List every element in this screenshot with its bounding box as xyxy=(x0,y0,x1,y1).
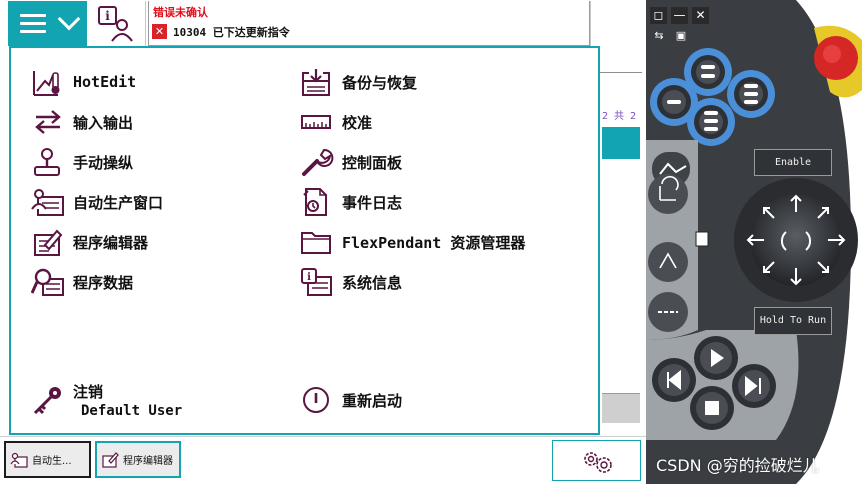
joystick-lock-icon xyxy=(695,231,709,247)
menu-item-program-editor[interactable]: 程序编辑器 xyxy=(31,227,148,257)
key-icon xyxy=(33,387,61,415)
power-icon xyxy=(303,387,329,413)
menu-item-label: 程序数据 xyxy=(73,273,134,292)
menu-item-jogging[interactable]: 手动操纵 xyxy=(31,147,133,177)
background-footer-strip xyxy=(602,393,640,423)
menu-item-log-off[interactable]: 注销 Default User xyxy=(31,378,182,422)
restore-window-button[interactable]: ◻ xyxy=(650,7,667,24)
joystick-icon xyxy=(34,148,60,176)
abb-menu-button[interactable] xyxy=(8,1,87,46)
pendant-toggle-motion-mode[interactable] xyxy=(648,174,688,214)
log-off-labels: 注销 Default User xyxy=(73,381,182,419)
operator-info-icon: i xyxy=(98,6,133,42)
pendant-custom-key-1[interactable] xyxy=(696,60,720,84)
menu-item-backup-restore[interactable]: 备份与恢复 xyxy=(300,67,417,97)
folder-icon xyxy=(301,232,331,254)
taskbar-item-production-window[interactable]: 自动生... xyxy=(4,441,91,478)
event-status-bar[interactable]: 错误未确认 ✕ 10304 已下达更新指令 xyxy=(148,1,590,46)
hamburger-icon xyxy=(20,14,46,33)
menu-item-control-panel[interactable]: 控制面板 xyxy=(300,147,402,177)
svg-text:i: i xyxy=(307,272,311,283)
taskbar-item-label: 程序编辑器 xyxy=(123,456,173,467)
flexpendant-screen: i 错误未确认 ✕ 10304 已下达更新指令 2 共 2 HotEdit 输入… xyxy=(0,0,646,484)
backup-restore-icon xyxy=(302,69,330,96)
program-data-icon xyxy=(31,268,64,296)
production-window-icon xyxy=(31,189,64,216)
menu-item-label: 系统信息 xyxy=(342,273,403,292)
menu-item-system-info[interactable]: i 系统信息 xyxy=(300,267,402,297)
event-log-icon xyxy=(303,188,327,216)
swap-hand-button[interactable]: ⇆ xyxy=(651,29,667,43)
hold-to-run-button[interactable]: Hold To Run xyxy=(754,307,832,335)
system-info-icon: i xyxy=(301,268,332,296)
hotedit-icon xyxy=(33,71,60,96)
menu-item-label: 手动操纵 xyxy=(73,153,134,172)
menu-item-label: HotEdit xyxy=(73,73,137,91)
pendant-toggle-increment[interactable] xyxy=(648,242,688,282)
menu-item-label: FlexPendant 资源管理器 xyxy=(342,233,526,252)
current-user-label: Default User xyxy=(81,403,183,419)
event-status-button[interactable]: i xyxy=(88,1,146,46)
minimize-window-button[interactable]: — xyxy=(671,7,688,24)
menu-item-calibration[interactable]: 校准 xyxy=(300,107,372,137)
pendant-window-controls: ◻ — ✕ xyxy=(650,7,709,24)
menu-item-label: 程序编辑器 xyxy=(73,233,149,252)
gears-icon xyxy=(584,452,612,473)
menu-item-program-data[interactable]: 程序数据 xyxy=(31,267,133,297)
chevron-down-icon xyxy=(57,7,81,31)
log-off-label: 注销 xyxy=(73,383,104,401)
pendant-body xyxy=(646,0,862,484)
menu-item-restart[interactable]: 重新启动 xyxy=(300,385,402,415)
menu-item-label: 自动生产窗口 xyxy=(73,193,164,212)
program-editor-icon xyxy=(102,451,119,468)
menu-item-label: 事件日志 xyxy=(342,193,403,212)
menu-item-label: 重新启动 xyxy=(342,391,403,410)
menu-item-flexpendant-explorer[interactable]: FlexPendant 资源管理器 xyxy=(300,227,525,257)
virtual-teach-pendant: ◻ — ✕ ⇆ ▣ Enable Hold To Run xyxy=(646,0,864,484)
close-window-button[interactable]: ✕ xyxy=(692,7,709,24)
menu-item-io[interactable]: 输入输出 xyxy=(31,107,133,137)
error-icon: ✕ xyxy=(152,24,167,39)
background-tab-strip xyxy=(602,127,640,159)
menu-item-label: 控制面板 xyxy=(342,153,403,172)
taskbar-item-label: 自动生... xyxy=(32,456,72,467)
taskbar-item-program-editor[interactable]: 程序编辑器 xyxy=(95,441,181,478)
background-page-indicator: 2 共 2 xyxy=(602,111,637,122)
svg-text:i: i xyxy=(105,9,110,23)
enable-device-button[interactable]: Enable xyxy=(754,149,832,176)
menu-item-label: 校准 xyxy=(342,113,373,132)
menu-item-label: 输入输出 xyxy=(73,113,134,132)
event-status-message: 10304 已下达更新指令 xyxy=(173,26,290,39)
production-window-icon xyxy=(10,452,28,468)
program-editor-icon xyxy=(34,229,63,256)
quickset-button[interactable] xyxy=(552,440,641,481)
menu-item-production-window[interactable]: 自动生产窗口 xyxy=(31,187,163,217)
io-arrows-icon xyxy=(35,110,61,134)
event-status-title: 错误未确认 xyxy=(153,6,208,19)
abb-main-menu: HotEdit 输入输出 手动操纵 自动生产窗口 程序编辑器 程序数据 备份与恢… xyxy=(9,46,600,435)
wrench-icon xyxy=(302,148,334,176)
pendant-toolbar: ⇆ ▣ xyxy=(651,29,689,43)
calibration-icon xyxy=(301,115,331,129)
watermark-text: CSDN @穷的捡破烂儿 xyxy=(656,456,819,475)
menu-item-hotedit[interactable]: HotEdit xyxy=(31,67,136,97)
menu-item-event-log[interactable]: 事件日志 xyxy=(300,187,402,217)
screenshot-button[interactable]: ▣ xyxy=(673,29,689,43)
taskbar: 自动生... 程序编辑器 xyxy=(0,436,646,484)
menu-item-label: 备份与恢复 xyxy=(342,73,418,92)
